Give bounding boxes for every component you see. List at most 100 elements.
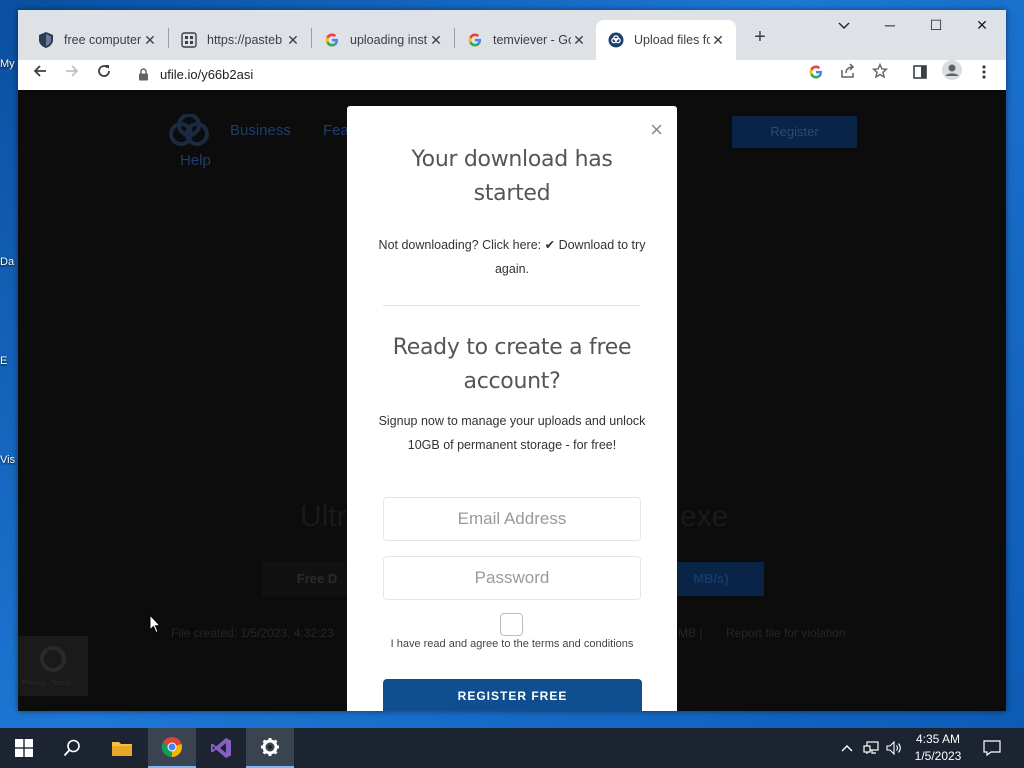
tab-title: free computer [64,33,142,47]
modal-divider [383,305,640,306]
tab-google-temviever[interactable]: temviever - Go ✕ [455,20,597,60]
google-lens-button[interactable] [802,60,830,90]
not-downloading-label: Not downloading? Click here: [378,238,542,252]
close-icon[interactable]: ✕ [571,32,587,49]
search-icon [63,739,80,757]
hero-title-right: exe [680,500,729,533]
mouse-cursor-icon [149,613,162,639]
chrome-taskbar-button[interactable] [148,728,196,768]
close-icon[interactable]: ✕ [710,32,726,49]
tab-search-button[interactable] [821,10,867,40]
arrow-right-icon [66,65,79,77]
download-started-title: Your download has started [411,147,613,206]
share-button[interactable] [834,60,862,90]
volume-icon[interactable] [883,728,905,768]
recaptcha-icon [40,646,66,672]
avatar-icon [942,60,962,80]
signup-description: Signup now to manage your uploads and un… [378,414,646,452]
tab-title: https://pasteb [207,33,283,47]
menu-button[interactable] [970,60,998,90]
minimize-button[interactable]: ─ [867,10,913,40]
desktop-icon-label[interactable]: My [0,58,18,70]
google-icon [809,65,822,79]
visual-studio-icon [211,738,231,758]
modal-close-button[interactable]: × [650,118,663,142]
file-size-text: MB | [678,626,703,640]
arrow-left-icon [33,65,46,77]
tab-title: temviever - Go [493,33,571,47]
tab-pastebin[interactable]: https://pasteb ✕ [169,20,311,60]
terms-checkbox[interactable] [500,613,523,636]
system-clock[interactable]: 4:35 AM 1/5/2023 [906,731,970,765]
folder-icon [112,742,132,756]
settings-taskbar-button[interactable] [246,728,294,768]
tab-title: Upload files fo [634,33,710,47]
side-panel-button[interactable] [906,60,934,90]
close-icon[interactable]: ✕ [428,32,444,49]
share-icon [841,63,855,78]
clock-time: 4:35 AM [915,732,961,746]
search-button[interactable] [48,728,96,768]
nav-features[interactable]: Fea [323,122,349,139]
bookmark-button[interactable] [866,60,894,90]
gear-icon [261,738,279,756]
file-explorer-button[interactable] [98,728,146,768]
terms-label: I have read and agree to the terms and c… [390,638,634,650]
page-content: Business Fea Help Register Ultr exe Free… [18,90,1006,711]
reload-button[interactable] [90,60,118,90]
recaptcha-terms[interactable]: Privacy - Terms [22,680,70,687]
chrome-icon [161,737,182,758]
desktop-icon-label[interactable]: E [0,355,18,367]
tray-chevron-up-icon[interactable] [836,728,858,768]
browser-toolbar: ufile.io/y66b2asi [18,60,1006,90]
taskbar: 4:35 AM 1/5/2023 [0,728,1024,768]
profile-button[interactable] [938,60,966,90]
create-account-title: Ready to create a free account? [392,335,632,394]
google-icon [467,32,483,48]
reload-icon [98,65,110,77]
register-top-button[interactable]: Register [732,116,857,148]
windows-logo-icon [15,739,33,757]
lock-icon[interactable] [138,68,149,81]
maximize-button[interactable]: ☐ [913,10,959,40]
register-free-button[interactable]: REGISTER FREE [383,679,642,711]
forward-button[interactable] [58,60,86,90]
notifications-icon[interactable] [980,728,1004,768]
pastebin-icon [181,32,197,48]
start-button[interactable] [0,728,48,768]
close-icon[interactable]: ✕ [142,32,158,49]
file-created-text: File created: 1/5/2023, 4:32:23 [171,626,334,640]
network-icon[interactable] [860,728,882,768]
password-field[interactable]: Password [383,556,641,600]
clock-date: 1/5/2023 [914,749,962,763]
recaptcha-badge[interactable]: Privacy - Terms [18,636,88,696]
star-icon [871,62,889,79]
tab-ufile-active[interactable]: Upload files fo ✕ [596,20,736,60]
ufile-icon [608,32,624,48]
hero-title-left: Ultr [300,500,347,533]
back-button[interactable] [26,60,54,90]
report-link[interactable]: Report file for violation [726,626,845,640]
close-window-button[interactable]: ✕ [959,10,1005,40]
email-field[interactable]: Email Address [383,497,641,541]
ufile-logo-icon [166,113,212,153]
close-icon[interactable]: ✕ [285,32,301,49]
desktop-icon-label[interactable]: Vis [0,454,18,466]
download-link[interactable]: ✔ Download [545,238,615,252]
new-tab-button[interactable]: + [746,24,774,52]
address-bar[interactable]: ufile.io/y66b2asi [160,64,253,86]
tab-free-computer[interactable]: free computer ✕ [26,20,168,60]
kebab-menu-icon [982,65,986,79]
tab-title: uploading inst [350,33,428,47]
nav-business[interactable]: Business [230,122,291,139]
not-downloading-text: Not downloading? Click here: ✔ Download … [377,233,647,281]
visual-studio-button[interactable] [197,728,245,768]
browser-window: free computer ✕ https://pasteb ✕ uploadi… [18,10,1006,711]
side-panel-icon [913,65,927,79]
chevron-down-icon [838,22,850,29]
tab-google-uploading[interactable]: uploading inst ✕ [312,20,454,60]
desktop-icon-label[interactable]: Da [0,256,18,268]
download-modal: × Your download has started Not download… [347,106,677,711]
google-icon [324,32,340,48]
nav-help[interactable]: Help [180,152,211,169]
